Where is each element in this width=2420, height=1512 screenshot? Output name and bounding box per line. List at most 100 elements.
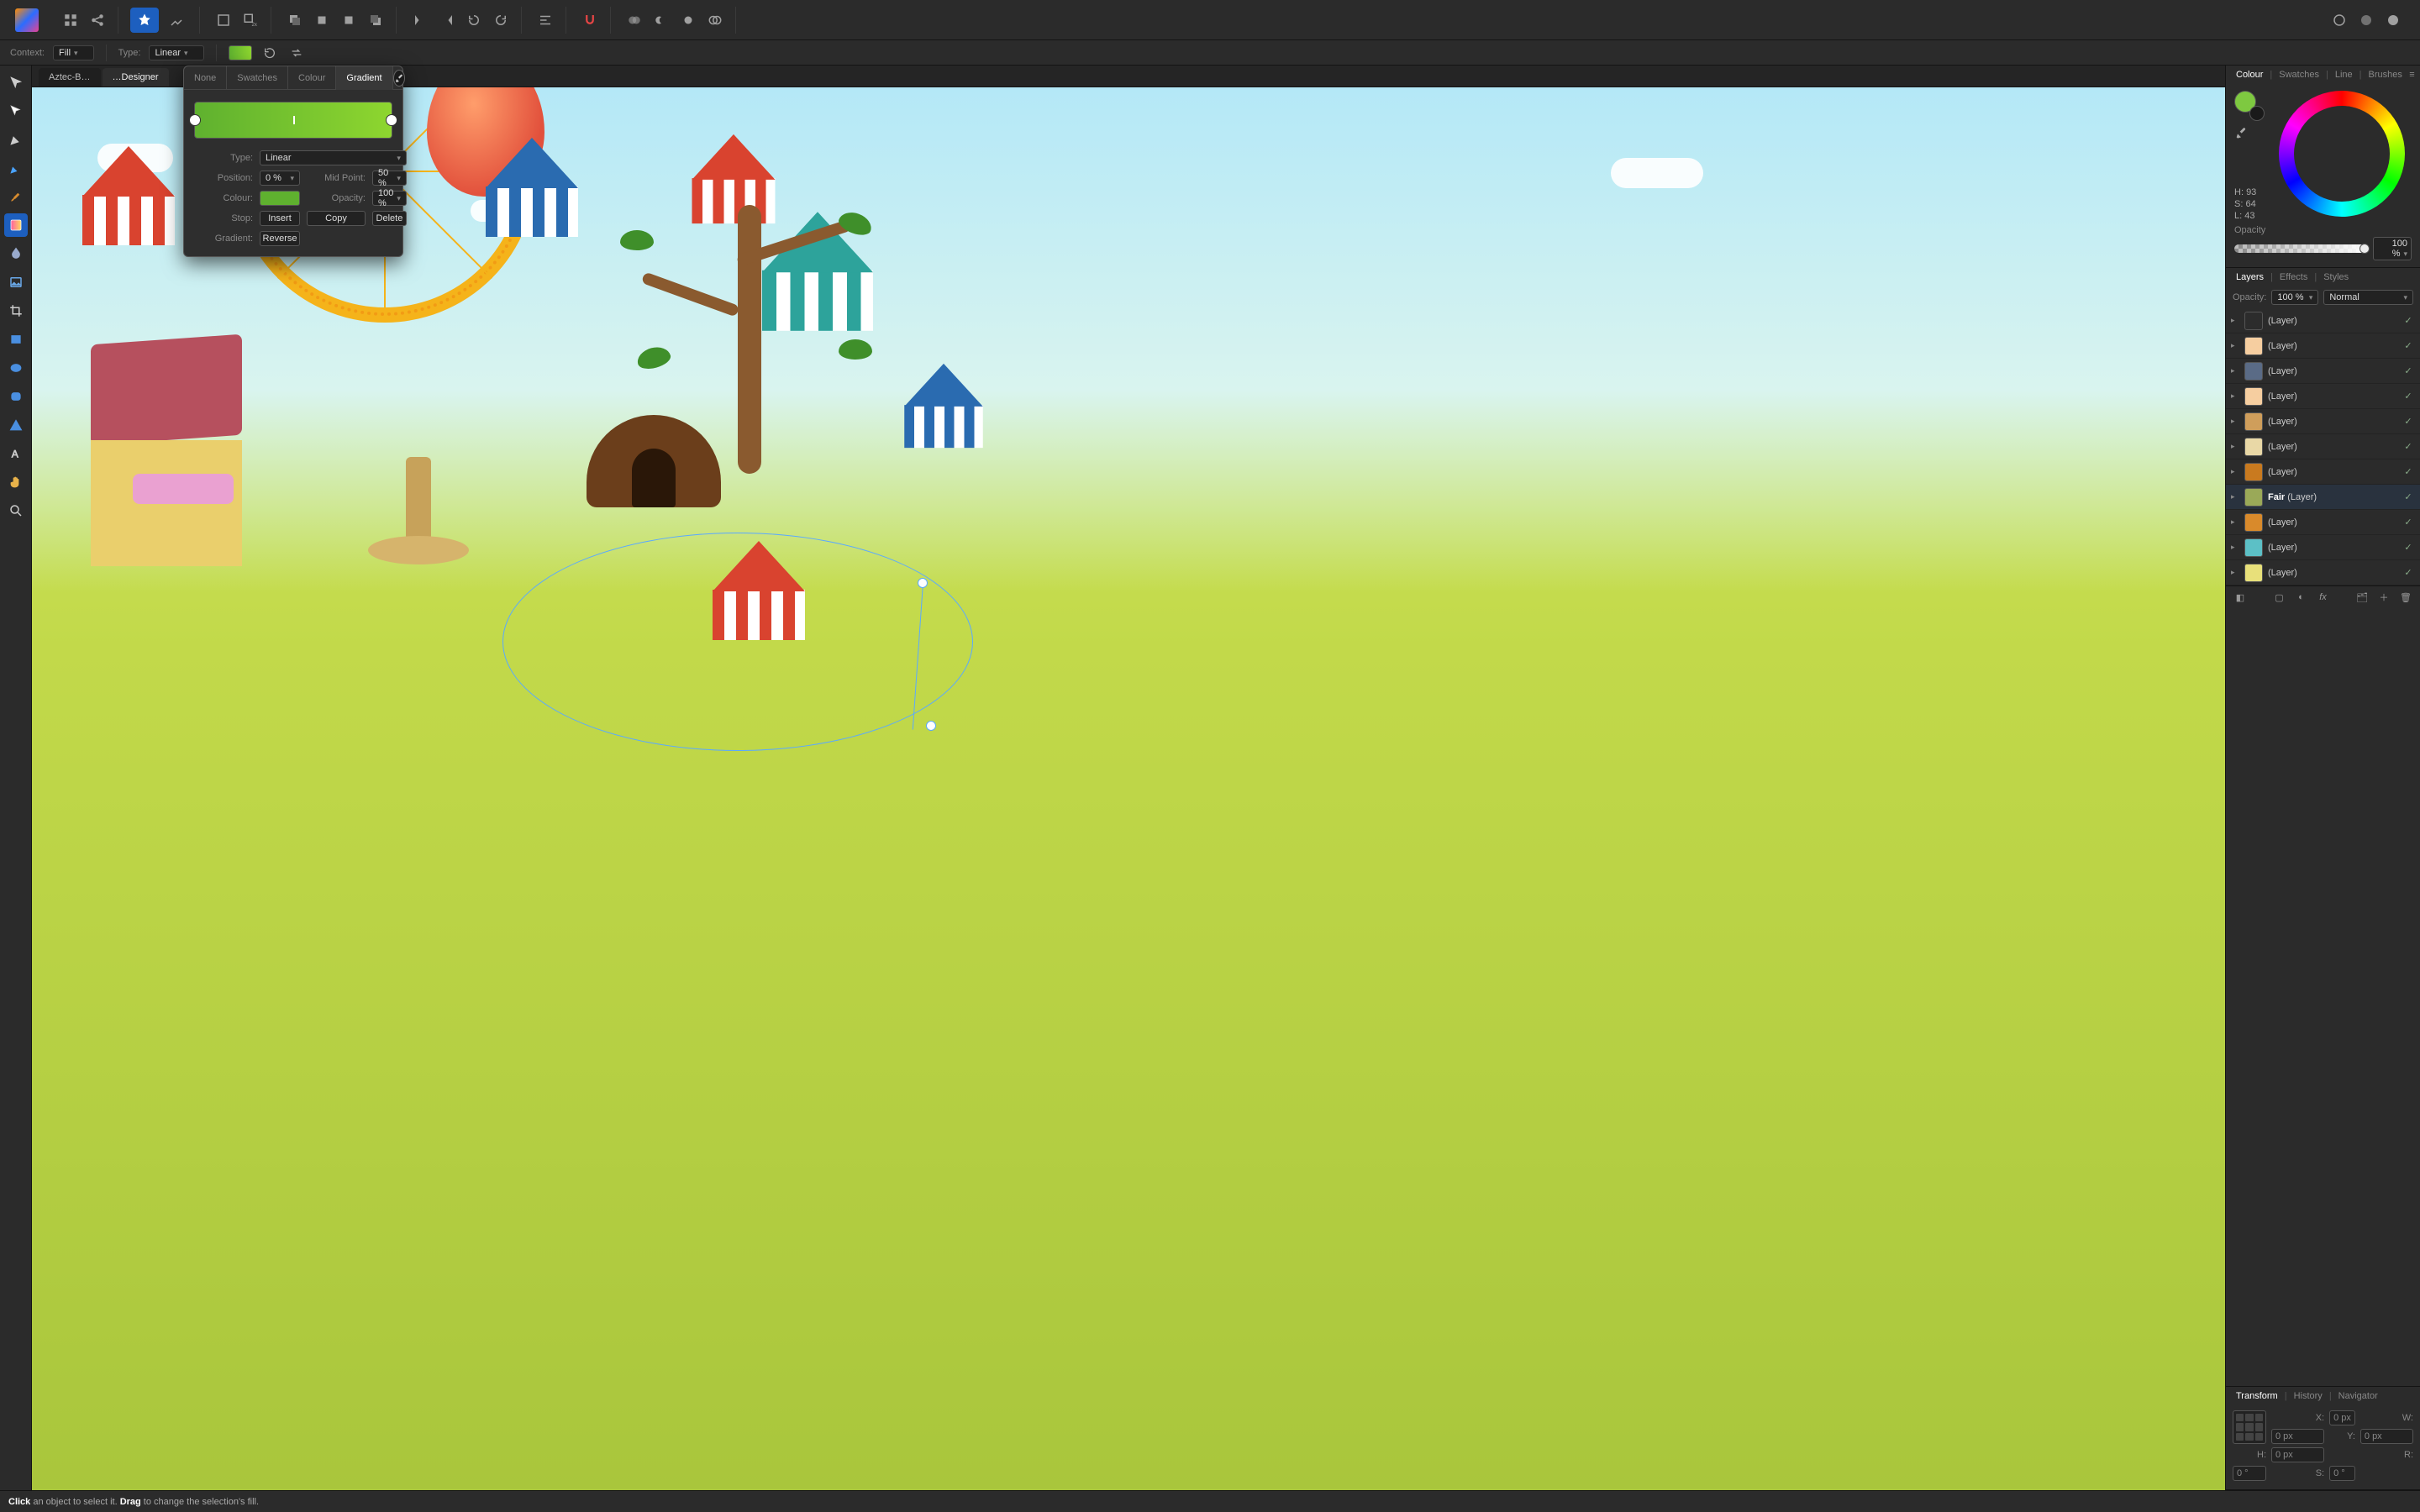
visibility-check-icon[interactable]: ✓ [2402,340,2415,351]
corner-tool-c-icon[interactable] [2381,8,2405,32]
mask-icon[interactable]: ▢ [2272,590,2287,605]
gradient-bar[interactable] [194,102,392,139]
layer-row[interactable]: ▸(Layer)✓ [2226,333,2420,359]
disclosure-triangle-icon[interactable]: ▸ [2231,467,2239,476]
pop-position-field[interactable]: 0 % [260,171,300,186]
text-tool-icon[interactable]: A [4,442,28,465]
tab-history[interactable]: History [2289,1391,2328,1401]
popover-tab-colour[interactable]: Colour [288,66,336,90]
visibility-check-icon[interactable]: ✓ [2402,391,2415,402]
context-select[interactable]: Fill [53,45,94,60]
type-select[interactable]: Linear [149,45,203,60]
w-field[interactable]: 0 px [2271,1429,2324,1444]
pop-colour-chip[interactable] [260,191,300,206]
reverse-gradient-icon[interactable] [287,45,306,60]
pencil-tool-icon[interactable] [4,156,28,180]
persona-vector-icon[interactable] [130,8,159,33]
persona-pixel-icon[interactable] [162,8,191,33]
arrange-front-icon[interactable] [364,8,387,32]
visibility-check-icon[interactable]: ✓ [2402,491,2415,502]
pop-midpoint-field[interactable]: 50 % [372,171,407,186]
fg-bg-swatches[interactable] [2234,91,2265,121]
crop-tool-icon[interactable] [4,299,28,323]
x-field[interactable]: 0 px [2329,1410,2355,1425]
add-layer-icon[interactable]: ＋ [2376,590,2391,605]
layer-row[interactable]: ▸(Layer)✓ [2226,409,2420,434]
gradient-midpoint-handle[interactable] [293,116,295,124]
eyedropper-icon[interactable] [2234,126,2248,139]
visibility-check-icon[interactable]: ✓ [2402,315,2415,326]
arrange-back-icon[interactable] [283,8,307,32]
pop-copy-button[interactable]: Copy [307,211,366,226]
tab-navigator[interactable]: Navigator [2333,1391,2383,1401]
snapping-icon[interactable] [578,8,602,32]
disclosure-triangle-icon[interactable]: ▸ [2231,366,2239,375]
place-image-tool-icon[interactable] [4,270,28,294]
canvas[interactable] [32,87,2225,1490]
layer-row[interactable]: ▸(Layer)✓ [2226,459,2420,485]
layers-blend-select[interactable]: Normal [2323,290,2413,305]
pop-insert-button[interactable]: Insert [260,211,300,226]
boolean-add-icon[interactable] [623,8,646,32]
group-icon[interactable]: 🗂 [2354,590,2370,605]
zoom-tool-icon[interactable] [4,499,28,522]
disclosure-triangle-icon[interactable]: ▸ [2231,543,2239,552]
tab-colour[interactable]: Colour [2231,70,2268,80]
opacity-field[interactable]: 100 % [2373,237,2412,260]
popover-tab-swatches[interactable]: Swatches [227,66,288,90]
layer-row[interactable]: ▸(Layer)✓ [2226,359,2420,384]
tab-effects[interactable]: Effects [2275,272,2312,282]
tab-line[interactable]: Line [2330,70,2358,80]
panel-menu-icon[interactable]: ≡ [2409,68,2415,81]
boolean-subtract-icon[interactable] [650,8,673,32]
edit-all-layers-icon[interactable]: ◧ [2233,590,2248,605]
arrange-forward-icon[interactable] [337,8,360,32]
layer-row[interactable]: ▸Fair (Layer)✓ [2226,485,2420,510]
document-tab[interactable]: …Designer [103,68,169,87]
arrange-backward-icon[interactable] [310,8,334,32]
pop-opacity-field[interactable]: 100 % [372,191,407,206]
layer-row[interactable]: ▸(Layer)✓ [2226,535,2420,560]
anchor-grid[interactable] [2233,1410,2266,1444]
rectangle-tool-icon[interactable] [4,328,28,351]
align-icon[interactable] [534,8,557,32]
pop-delete-button[interactable]: Delete [372,211,407,226]
view-grid-icon[interactable] [59,8,82,32]
s-field[interactable]: 0 ° [2329,1466,2355,1481]
disclosure-triangle-icon[interactable]: ▸ [2231,391,2239,401]
layer-row[interactable]: ▸(Layer)✓ [2226,510,2420,535]
boolean-intersect-icon[interactable] [676,8,700,32]
visibility-check-icon[interactable]: ✓ [2402,542,2415,553]
tab-layers[interactable]: Layers [2231,272,2269,282]
node-tool-icon[interactable] [4,99,28,123]
disclosure-triangle-icon[interactable]: ▸ [2231,442,2239,451]
y-field[interactable]: 0 px [2360,1429,2413,1444]
tab-styles[interactable]: Styles [2318,272,2354,282]
corner-tool-a-icon[interactable] [2328,8,2351,32]
document-tab[interactable]: Aztec-B… [39,68,101,87]
colour-wheel[interactable] [2279,91,2405,217]
pop-type-select[interactable]: Linear [260,150,407,165]
layer-row[interactable]: ▸(Layer)✓ [2226,434,2420,459]
visibility-check-icon[interactable]: ✓ [2402,365,2415,376]
fx-icon[interactable]: fx [2316,590,2331,605]
layer-row[interactable]: ▸(Layer)✓ [2226,560,2420,585]
visibility-check-icon[interactable]: ✓ [2402,416,2415,427]
export-2x-icon[interactable]: 2x [239,8,262,32]
disclosure-triangle-icon[interactable]: ▸ [2231,417,2239,426]
gradient-stop-start[interactable] [189,114,201,126]
adjustment-icon[interactable]: ◐ [2294,590,2309,605]
rotate-cw-icon[interactable] [489,8,513,32]
corner-tool-b-icon[interactable] [2354,8,2378,32]
pen-tool-icon[interactable] [4,128,28,151]
flip-vertical-icon[interactable] [435,8,459,32]
tab-transform[interactable]: Transform [2231,1391,2283,1401]
pop-reverse-button[interactable]: Reverse [260,231,300,246]
fill-swatch-button[interactable] [229,45,252,60]
gradient-stop-end[interactable] [386,114,397,126]
flip-horizontal-icon[interactable] [408,8,432,32]
pan-tool-icon[interactable] [4,470,28,494]
disclosure-triangle-icon[interactable]: ▸ [2231,492,2239,501]
move-tool-icon[interactable] [4,71,28,94]
rounded-rect-tool-icon[interactable] [4,385,28,408]
